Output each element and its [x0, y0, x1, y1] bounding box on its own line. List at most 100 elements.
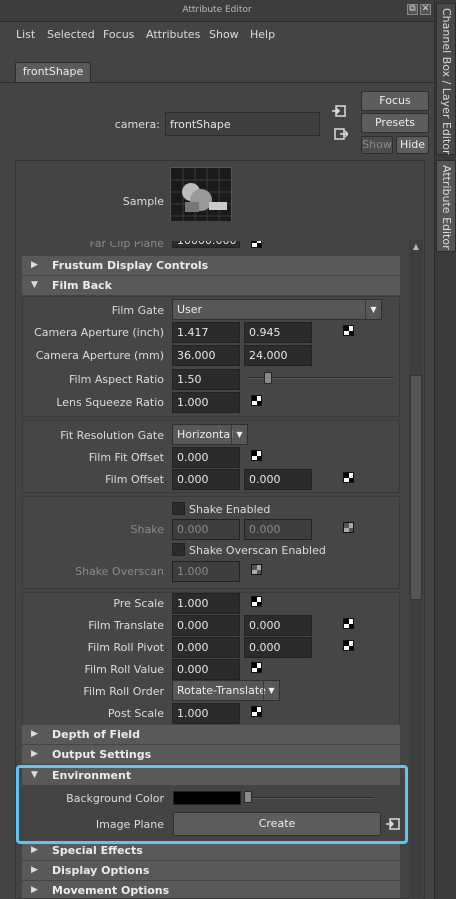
map-button-icon[interactable]	[251, 564, 262, 575]
section-movement-options[interactable]: ▶ Movement Options	[22, 881, 400, 898]
shake-enabled-checkbox[interactable]	[172, 502, 185, 515]
camera-aperture-inch-label: Camera Aperture (inch)	[34, 326, 164, 339]
film-roll-pivot-label: Film Roll Pivot	[87, 641, 164, 654]
lens-squeeze-ratio-field[interactable]: 1.000	[172, 392, 240, 413]
side-tab-strip: Channel Box / Layer Editor Attribute Edi…	[434, 0, 456, 899]
shake-y[interactable]: 0.000	[244, 519, 312, 540]
menu-list[interactable]: List	[16, 28, 35, 41]
fit-resolution-gate-label: Fit Resolution Gate	[60, 429, 164, 442]
tab-frontshape[interactable]: frontShape	[15, 62, 91, 82]
tab-channel-box[interactable]: Channel Box / Layer Editor	[436, 3, 456, 155]
film-roll-pivot-y[interactable]: 0.000	[244, 637, 312, 658]
camera-aperture-mm-x[interactable]: 36.000	[172, 345, 240, 366]
tab-channel-box-label: Channel Box / Layer Editor	[440, 8, 453, 155]
film-translate-label: Film Translate	[88, 619, 164, 632]
menu-focus[interactable]: Focus	[103, 28, 134, 41]
camera-aperture-mm-label: Camera Aperture (mm)	[35, 349, 164, 362]
camera-aperture-mm-y[interactable]: 24.000	[244, 345, 312, 366]
camera-label: camera:	[114, 118, 160, 131]
title-bar: Attribute Editor ⧉ ✕	[0, 0, 434, 22]
film-translate-y[interactable]: 0.000	[244, 615, 312, 636]
expand-arrow-icon: ▶	[31, 729, 38, 739]
film-gate-label: Film Gate	[111, 304, 164, 317]
window-title: Attribute Editor	[182, 5, 252, 15]
menu-help[interactable]: Help	[250, 28, 275, 41]
film-gate-value: User	[177, 303, 203, 316]
close-icon[interactable]: ✕	[420, 4, 431, 15]
shake-x[interactable]: 0.000	[172, 519, 240, 540]
chevron-down-icon: ▼	[365, 300, 381, 319]
film-translate-x[interactable]: 0.000	[172, 615, 240, 636]
section-output-settings[interactable]: ▶ Output Settings	[22, 745, 400, 764]
tab-divider	[0, 82, 434, 83]
clip-mask	[16, 221, 411, 241]
select-output-icon[interactable]	[334, 127, 350, 141]
menu-show[interactable]: Show	[209, 28, 239, 41]
tab-attribute-editor-label: Attribute Editor	[440, 165, 453, 250]
film-roll-pivot-x[interactable]: 0.000	[172, 637, 240, 658]
film-offset-x[interactable]: 0.000	[172, 469, 240, 490]
film-roll-value-field[interactable]: 0.000	[172, 659, 240, 680]
scrollbar-thumb[interactable]	[410, 375, 422, 600]
film-fit-offset-field[interactable]: 0.000	[172, 447, 240, 468]
scroll-up-icon[interactable]: ▲	[410, 242, 422, 252]
focus-button[interactable]: Focus	[361, 91, 429, 111]
map-button-icon[interactable]	[251, 706, 262, 717]
lens-squeeze-ratio-label: Lens Squeeze Ratio	[56, 396, 164, 409]
section-depth-of-field[interactable]: ▶ Depth of Field	[22, 725, 400, 744]
shake-overscan-enabled-checkbox[interactable]	[172, 543, 185, 556]
menu-attributes[interactable]: Attributes	[146, 28, 200, 41]
film-roll-order-value: Rotate-Translate	[177, 684, 266, 697]
sample-swatch-image	[170, 167, 232, 229]
hide-button[interactable]: Hide	[396, 136, 429, 154]
chevron-down-icon: ▼	[231, 425, 247, 444]
menu-selected[interactable]: Selected	[47, 28, 95, 41]
film-offset-y[interactable]: 0.000	[244, 469, 312, 490]
fit-resolution-gate-dropdown[interactable]: Horizontal ▼	[172, 424, 248, 445]
film-gate-dropdown[interactable]: User ▼	[172, 299, 382, 320]
shake-overscan-field[interactable]: 1.000	[172, 561, 240, 582]
section-label: Output Settings	[52, 748, 152, 761]
pre-scale-label: Pre Scale	[113, 597, 164, 610]
shake-enabled-label: Shake Enabled	[189, 503, 271, 516]
section-frustum-display[interactable]: ▶ Frustum Display Controls	[22, 256, 400, 275]
section-display-options[interactable]: ▶ Display Options	[22, 861, 400, 880]
pre-scale-field[interactable]: 1.000	[172, 593, 240, 614]
environment-highlight	[16, 765, 408, 844]
expand-arrow-icon: ▶	[31, 865, 38, 875]
map-button-icon[interactable]	[343, 472, 354, 483]
film-roll-order-label: Film Roll Order	[83, 685, 164, 698]
expand-arrow-icon: ▶	[31, 749, 38, 759]
select-input-icon[interactable]	[332, 104, 346, 118]
shake-overscan-label: Shake Overscan	[75, 565, 164, 578]
fit-resolution-gate-value: Horizontal	[177, 428, 234, 441]
map-button-icon[interactable]	[251, 395, 262, 406]
map-button-icon[interactable]	[251, 596, 262, 607]
float-icon[interactable]: ⧉	[407, 4, 418, 15]
map-button-icon[interactable]	[343, 618, 354, 629]
section-film-back[interactable]: ▼ Film Back	[22, 276, 400, 295]
camera-aperture-inch-x[interactable]: 1.417	[172, 322, 240, 343]
camera-aperture-inch-y[interactable]: 0.945	[244, 322, 312, 343]
map-button-icon[interactable]	[251, 662, 262, 673]
film-roll-order-dropdown[interactable]: Rotate-Translate ▼	[172, 680, 280, 701]
map-button-icon[interactable]	[343, 325, 354, 336]
show-button[interactable]: Show	[361, 136, 393, 154]
film-aspect-ratio-field[interactable]: 1.50	[172, 369, 240, 390]
map-button-icon[interactable]	[343, 640, 354, 651]
collapse-arrow-icon: ▼	[31, 280, 38, 290]
section-label: Frustum Display Controls	[52, 259, 209, 272]
film-fit-offset-label: Film Fit Offset	[88, 451, 164, 464]
film-aspect-ratio-label: Film Aspect Ratio	[69, 373, 164, 386]
slider-handle[interactable]	[264, 372, 272, 384]
presets-button[interactable]: Presets	[361, 113, 429, 133]
tab-attribute-editor[interactable]: Attribute Editor	[436, 160, 456, 252]
sample-label: Sample	[122, 195, 164, 208]
section-label: Film Back	[52, 279, 112, 292]
camera-name-field[interactable]: frontShape	[165, 112, 320, 136]
map-button-icon[interactable]	[343, 522, 354, 533]
film-roll-value-label: Film Roll Value	[84, 663, 164, 676]
map-button-icon[interactable]	[251, 450, 262, 461]
post-scale-field[interactable]: 1.000	[172, 703, 240, 724]
section-label: Display Options	[52, 864, 150, 877]
